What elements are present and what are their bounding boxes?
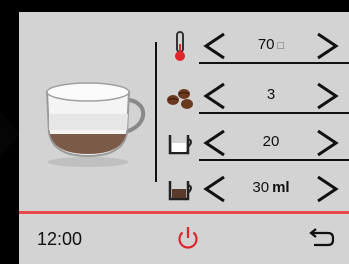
strength-setting-row: 3 <box>162 76 349 116</box>
coffee-value: 30 ml <box>252 179 290 196</box>
coffee-decrease-chevron-left-icon[interactable] <box>200 173 228 205</box>
temperature-unit: □ <box>277 40 285 52</box>
thermometer-icon <box>175 31 185 61</box>
latte-glass-cup-icon <box>45 82 146 167</box>
milk-decrease-chevron-left-icon[interactable] <box>200 127 228 159</box>
footer-divider <box>19 211 349 214</box>
temperature-increase-chevron-right-icon[interactable] <box>314 30 342 62</box>
coffee-unit: ml <box>272 179 290 196</box>
play-arrow-icon[interactable] <box>0 112 20 156</box>
row-underline <box>199 159 349 161</box>
power-icon[interactable] <box>176 224 200 252</box>
coffee-cup-icon <box>168 181 192 201</box>
milk-value: 20 <box>262 133 280 150</box>
strength-decrease-chevron-left-icon[interactable] <box>200 80 228 112</box>
strength-increase-chevron-right-icon[interactable] <box>314 80 342 112</box>
coffee-machine-screen: 70 □ 3 20 30 ml 12:00 <box>0 0 349 264</box>
coffee-beans-icon <box>167 89 193 109</box>
row-underline <box>199 62 349 64</box>
coffee-increase-chevron-right-icon[interactable] <box>314 173 342 205</box>
milk-increase-chevron-right-icon[interactable] <box>314 127 342 159</box>
temperature-decrease-chevron-left-icon[interactable] <box>200 30 228 62</box>
strength-value: 3 <box>266 86 276 103</box>
return-arrow-icon[interactable] <box>306 227 336 249</box>
temperature-value: 70 □ <box>257 36 285 53</box>
coffee-setting-row: 30 ml <box>162 169 349 209</box>
clock-display: 12:00 <box>37 229 83 249</box>
row-underline <box>199 112 349 114</box>
temperature-setting-row: 70 □ <box>162 26 349 66</box>
settings-divider <box>155 42 157 182</box>
milk-setting-row: 20 <box>162 123 349 163</box>
milk-cup-icon <box>168 135 192 155</box>
